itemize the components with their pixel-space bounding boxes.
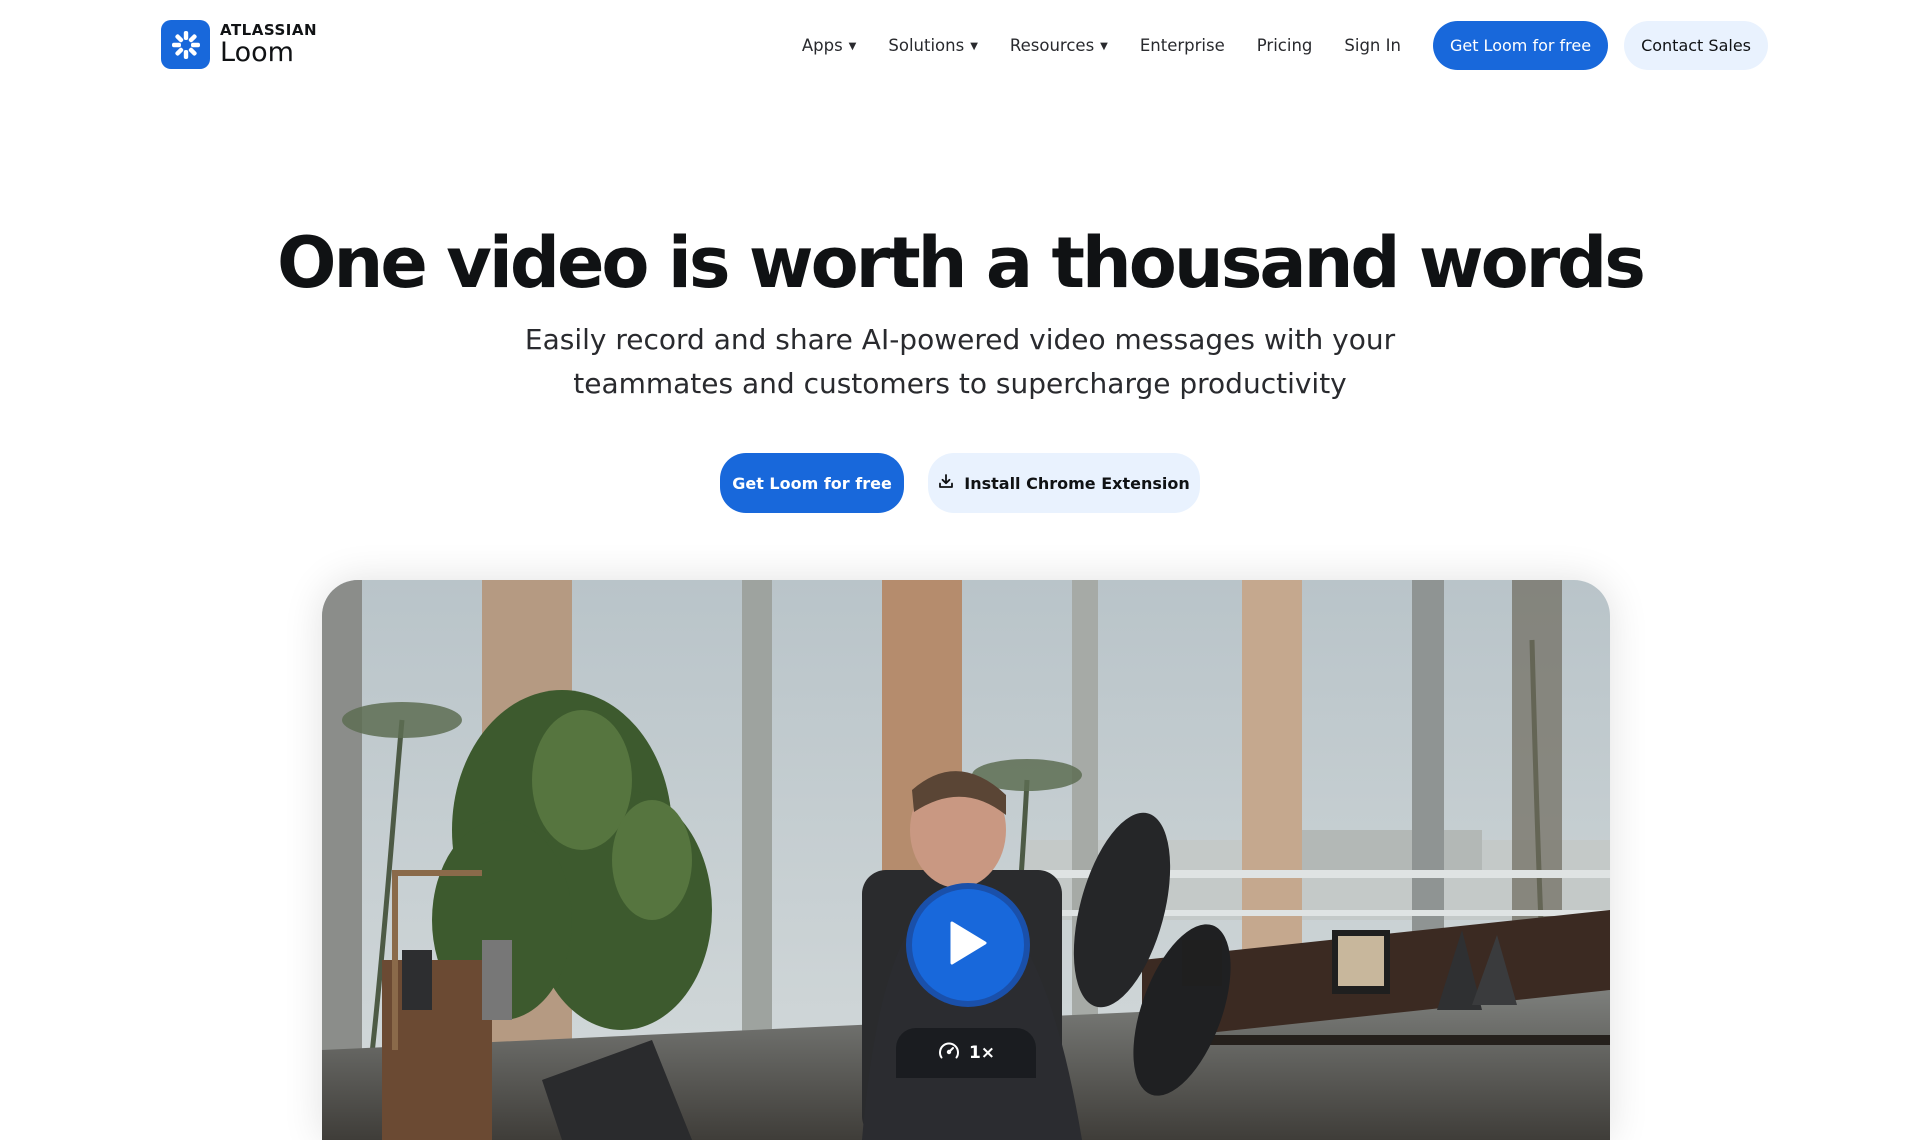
hero-subtitle-line-2: teammates and customers to supercharge p…	[573, 367, 1347, 400]
nav-item-label: Enterprise	[1139, 35, 1225, 55]
nav-item-label: Resources	[1009, 35, 1095, 55]
download-icon	[938, 473, 954, 493]
nav-item-label: Sign In	[1344, 35, 1401, 55]
nav-item-pricing[interactable]: Pricing	[1257, 36, 1313, 55]
install-chrome-extension-button[interactable]: Install Chrome Extension	[928, 453, 1200, 513]
nav-item-resources[interactable]: Resources ▼	[1010, 36, 1108, 55]
get-loom-free-button[interactable]: Get Loom for free	[720, 453, 904, 513]
nav-item-apps[interactable]: Apps ▼	[802, 36, 857, 55]
caret-down-icon: ▼	[970, 41, 978, 52]
playback-speed-control[interactable]: 1×	[896, 1028, 1036, 1078]
nav-item-label: Apps	[801, 35, 843, 55]
nav-item-solutions[interactable]: Solutions ▼	[888, 36, 978, 55]
logo-brand-text: ATLASSIAN	[220, 21, 318, 39]
nav-item-sign-in[interactable]: Sign In	[1344, 36, 1401, 55]
hero-subtitle-line-1: Easily record and share AI-powered video…	[524, 323, 1396, 356]
loom-logo-icon	[161, 20, 210, 69]
get-loom-free-nav-button[interactable]: Get Loom for free	[1432, 20, 1609, 70]
contact-sales-button[interactable]: Contact Sales	[1624, 20, 1768, 70]
hero-video-player[interactable]: 1×	[322, 580, 1610, 1140]
atlassian-loom-logo[interactable]: ATLASSIAN Loom	[161, 20, 317, 69]
main-nav: Apps ▼ Solutions ▼ Resources ▼ Enterpris…	[802, 20, 1768, 70]
play-icon	[948, 920, 988, 970]
logo-wordmark: ATLASSIAN Loom	[220, 21, 318, 68]
playback-speed-label: 1×	[968, 1043, 996, 1063]
caret-down-icon: ▼	[848, 41, 857, 52]
hero-title: One video is worth a thousand words	[277, 222, 1646, 304]
playback-speed-icon	[937, 1040, 961, 1067]
hero-actions: Get Loom for free Install Chrome Extensi…	[0, 453, 1920, 513]
caret-down-icon: ▼	[1100, 41, 1108, 52]
logo-product-text: Loom	[220, 37, 294, 68]
hero-subtitle: Easily record and share AI-powered video…	[460, 318, 1460, 406]
play-button[interactable]	[906, 883, 1030, 1007]
nav-item-label: Pricing	[1256, 35, 1313, 55]
install-chrome-extension-label: Install Chrome Extension	[964, 473, 1190, 493]
nav-item-label: Solutions	[888, 35, 965, 55]
nav-item-enterprise[interactable]: Enterprise	[1140, 36, 1225, 55]
